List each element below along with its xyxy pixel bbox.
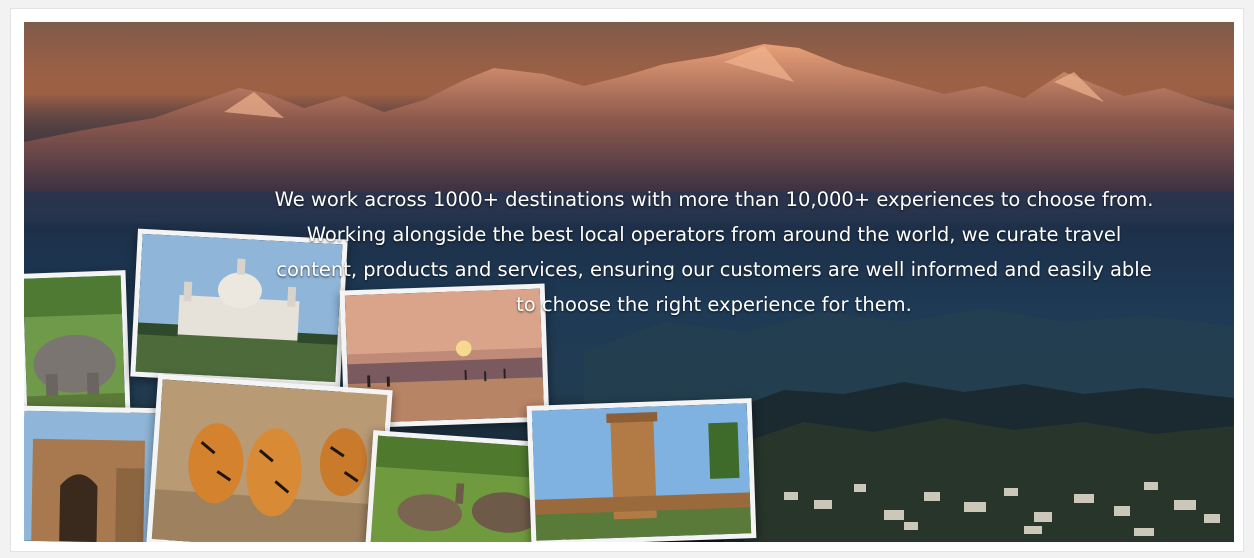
tigers-photo (146, 374, 393, 542)
tagline-text: We work across 1000+ destinations with m… (274, 188, 1154, 316)
elephant-photo (24, 270, 131, 419)
hero-banner: We work across 1000+ destinations with m… (24, 22, 1234, 542)
stone-tower-photo (526, 398, 757, 542)
